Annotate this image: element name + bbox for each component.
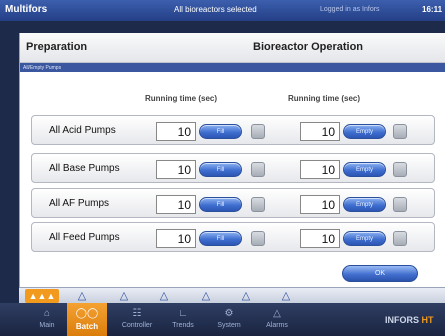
fill-status-indicator <box>251 124 265 139</box>
nav-label: Controller <box>121 322 153 329</box>
bottom-navigation: ⌂ Main ◯◯ Batch ☷ Controller ∟ Trends ⚙ … <box>0 303 445 336</box>
fill-button[interactable]: Fill <box>199 231 242 246</box>
fill-status-indicator <box>251 162 265 177</box>
pump-label: All Acid Pumps <box>49 125 116 136</box>
fill-status-indicator <box>251 197 265 212</box>
nav-batch[interactable]: ◯◯ Batch <box>67 303 107 336</box>
nav-label: Trends <box>172 322 194 329</box>
nav-main[interactable]: ⌂ Main <box>27 303 67 336</box>
fill-time-input[interactable]: 10 <box>156 195 196 214</box>
empty-status-indicator <box>393 124 407 139</box>
pump-label: All AF Pumps <box>49 198 110 209</box>
clock: 16:11 <box>422 5 443 14</box>
selection-status: All bioreactors selected <box>174 5 257 14</box>
window-header: Preparation Bioreactor Operation <box>20 33 445 63</box>
empty-time-input[interactable]: 10 <box>300 229 340 248</box>
nav-trends[interactable]: ∟ Trends <box>163 303 203 336</box>
fill-column-header: Running time (sec) <box>145 94 218 103</box>
empty-button[interactable]: Empty <box>343 231 386 246</box>
system-icon: ⚙ <box>224 308 234 319</box>
pump-row-af: All AF Pumps 10 Fill 10 Empty <box>31 188 435 218</box>
page-title: Bioreactor Operation <box>253 41 364 53</box>
empty-button[interactable]: Empty <box>343 162 386 177</box>
nav-label: System <box>217 322 241 329</box>
alarm-icon: △ <box>273 308 281 319</box>
pump-label: All Feed Pumps <box>49 232 120 243</box>
bioreactor-icon[interactable]: △ <box>115 289 133 303</box>
bioreactor-selector: ▲▲▲ △ △ △ △ △ △ <box>19 287 445 303</box>
nav-label: Main <box>39 322 55 329</box>
bioreactor-icon[interactable]: ▲▲▲ <box>25 289 59 303</box>
bioreactor-icon[interactable]: △ <box>73 289 91 303</box>
empty-button[interactable]: Empty <box>343 197 386 212</box>
top-status-bar: Multifors All bioreactors selected Logge… <box>0 0 445 21</box>
nav-alarms[interactable]: △ Alarms <box>257 303 297 336</box>
empty-status-indicator <box>393 197 407 212</box>
empty-time-input[interactable]: 10 <box>300 195 340 214</box>
nav-label: Batch <box>75 322 99 331</box>
bioreactor-icon[interactable]: △ <box>155 289 173 303</box>
bioreactor-icon[interactable]: △ <box>237 289 255 303</box>
login-status: Logged in as Infors <box>320 6 380 13</box>
bioreactor-icon[interactable]: △ <box>197 289 215 303</box>
fill-button[interactable]: Fill <box>199 162 242 177</box>
nav-label: Alarms <box>266 322 288 329</box>
fill-time-input[interactable]: 10 <box>156 229 196 248</box>
empty-status-indicator <box>393 162 407 177</box>
brand-name: INFORS <box>385 315 420 325</box>
batch-icon: ◯◯ <box>75 308 99 319</box>
home-icon: ⌂ <box>43 308 51 319</box>
pump-row-feed: All Feed Pumps 10 Fill 10 Empty <box>31 222 435 252</box>
fill-status-indicator <box>251 231 265 246</box>
nav-system[interactable]: ⚙ System <box>209 303 249 336</box>
bioreactor-icon[interactable]: △ <box>277 289 295 303</box>
empty-status-indicator <box>393 231 407 246</box>
fill-time-input[interactable]: 10 <box>156 160 196 179</box>
brand-suffix: HT <box>421 315 434 325</box>
empty-time-input[interactable]: 10 <box>300 160 340 179</box>
app-name: Multifors <box>5 4 48 15</box>
empty-time-input[interactable]: 10 <box>300 122 340 141</box>
nav-controller[interactable]: ☷ Controller <box>117 303 157 336</box>
trends-icon: ∟ <box>178 308 188 319</box>
pump-row-acid: All Acid Pumps 10 Fill 10 Empty <box>31 115 435 145</box>
pump-row-base: All Base Pumps 10 Fill 10 Empty <box>31 153 435 183</box>
empty-button[interactable]: Empty <box>343 124 386 139</box>
main-window: Preparation Bioreactor Operation All/Emp… <box>19 33 445 287</box>
fill-button[interactable]: Fill <box>199 124 242 139</box>
brand-logo: INFORS HT <box>385 315 434 325</box>
pump-label: All Base Pumps <box>49 163 120 174</box>
controller-icon: ☷ <box>132 308 142 319</box>
breadcrumb: All/Empty Pumps <box>20 63 445 72</box>
fill-button[interactable]: Fill <box>199 197 242 212</box>
section-title: Preparation <box>26 41 88 53</box>
ok-button[interactable]: OK <box>342 265 418 282</box>
fill-time-input[interactable]: 10 <box>156 122 196 141</box>
empty-column-header: Running time (sec) <box>288 94 361 103</box>
